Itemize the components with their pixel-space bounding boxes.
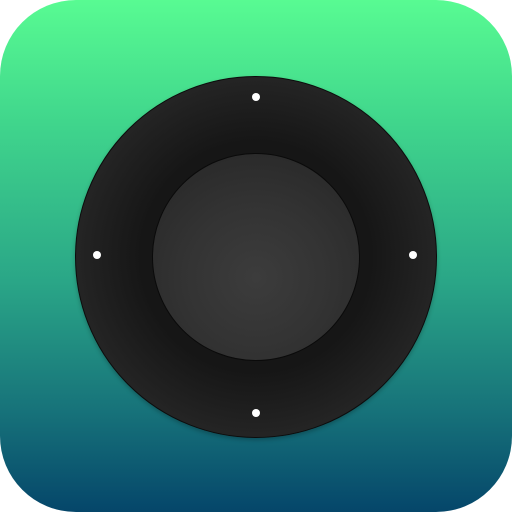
dpad-left-indicator-icon[interactable] [93, 251, 101, 259]
dpad-select-button[interactable] [152, 153, 360, 361]
dpad-down-indicator-icon[interactable] [252, 409, 260, 417]
dpad-up-indicator-icon[interactable] [252, 93, 260, 101]
app-icon[interactable] [0, 0, 512, 512]
dpad-right-indicator-icon[interactable] [409, 251, 417, 259]
